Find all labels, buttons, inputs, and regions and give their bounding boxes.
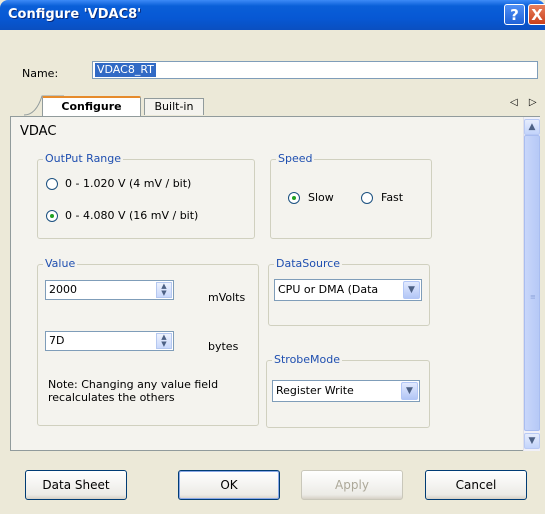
bytes-spinner-icon[interactable]: ▲ ▼ xyxy=(156,333,172,349)
strobe-mode-group: StrobeMode Register Write ▼ xyxy=(266,353,430,428)
range-1v-radio[interactable] xyxy=(46,178,58,190)
cancel-button[interactable]: Cancel xyxy=(425,470,527,500)
strobe-mode-legend: StrobeMode xyxy=(272,353,343,366)
scrollbar-thumb[interactable]: ≡ xyxy=(524,135,540,431)
chevron-down-icon[interactable]: ▼ xyxy=(401,382,418,400)
note-line-1: Note: Changing any value field xyxy=(48,378,219,391)
name-label: Name: xyxy=(22,67,59,80)
millivolts-input[interactable]: 2000 ▲ ▼ xyxy=(45,280,174,300)
vertical-scrollbar[interactable]: ▲ ≡ ▼ xyxy=(523,117,540,451)
title-bar[interactable]: Configure 'VDAC8' ? X xyxy=(0,0,545,30)
scroll-down-icon[interactable]: ▼ xyxy=(524,433,540,449)
bytes-input[interactable]: 7D ▲ ▼ xyxy=(45,331,174,351)
value-group: Value 2000 ▲ ▼ mVolts 7D ▲ ▼ bytes Note: C… xyxy=(37,257,259,426)
strobe-mode-value: Register Write xyxy=(276,384,354,397)
help-icon[interactable]: ? xyxy=(504,4,525,25)
note-line-2: recalculates the others xyxy=(48,391,175,404)
speed-slow-radio[interactable] xyxy=(288,192,300,204)
millivolts-spinner-icon[interactable]: ▲ ▼ xyxy=(156,282,172,298)
scroll-up-icon[interactable]: ▲ xyxy=(524,119,540,135)
strobe-mode-dropdown[interactable]: Register Write ▼ xyxy=(272,380,420,402)
range-4v-radio[interactable] xyxy=(46,210,58,222)
data-source-value: CPU or DMA (Data xyxy=(278,283,379,296)
ok-button[interactable]: OK xyxy=(178,470,280,500)
tab-configure[interactable]: Configure xyxy=(42,96,141,116)
close-icon[interactable]: X xyxy=(528,4,545,25)
speed-legend: Speed xyxy=(276,152,315,165)
speed-slow-label: Slow xyxy=(308,191,334,204)
bytes-value: 7D xyxy=(49,334,65,347)
speed-group: Speed Slow Fast xyxy=(270,152,432,239)
data-source-dropdown[interactable]: CPU or DMA (Data ▼ xyxy=(274,279,422,301)
value-legend: Value xyxy=(43,257,78,270)
configure-dialog: Configure 'VDAC8' ? X Name: VDAC8_RT Con… xyxy=(0,0,545,514)
millivolts-value: 2000 xyxy=(49,283,77,296)
data-sheet-button[interactable]: Data Sheet xyxy=(25,470,127,500)
window-title: Configure 'VDAC8' xyxy=(8,7,142,22)
output-range-group: OutPut Range 0 - 1.020 V (4 mV / bit) 0 … xyxy=(37,152,255,239)
tab-scroll-arrows-icon[interactable]: ◁ ▷ xyxy=(510,97,541,108)
tab-strip: Configure Built-in xyxy=(10,94,540,116)
millivolts-unit: mVolts xyxy=(208,291,246,304)
tab-built-in[interactable]: Built-in xyxy=(144,98,204,115)
speed-fast-radio[interactable] xyxy=(361,192,373,204)
section-title: VDAC xyxy=(20,124,57,139)
bytes-unit: bytes xyxy=(208,340,239,353)
data-source-group: DataSource CPU or DMA (Data ▼ xyxy=(268,257,430,326)
name-value: VDAC8_RT xyxy=(95,63,156,77)
data-source-legend: DataSource xyxy=(274,257,343,270)
name-field[interactable]: VDAC8_RT xyxy=(92,61,538,79)
range-4v-label: 0 - 4.080 V (16 mV / bit) xyxy=(65,209,199,222)
range-1v-label: 0 - 1.020 V (4 mV / bit) xyxy=(65,177,192,190)
chevron-down-icon[interactable]: ▼ xyxy=(403,281,420,299)
speed-fast-label: Fast xyxy=(381,191,404,204)
output-range-legend: OutPut Range xyxy=(43,152,124,165)
apply-button[interactable]: Apply xyxy=(301,470,403,500)
grip-icon: ≡ xyxy=(530,293,536,301)
